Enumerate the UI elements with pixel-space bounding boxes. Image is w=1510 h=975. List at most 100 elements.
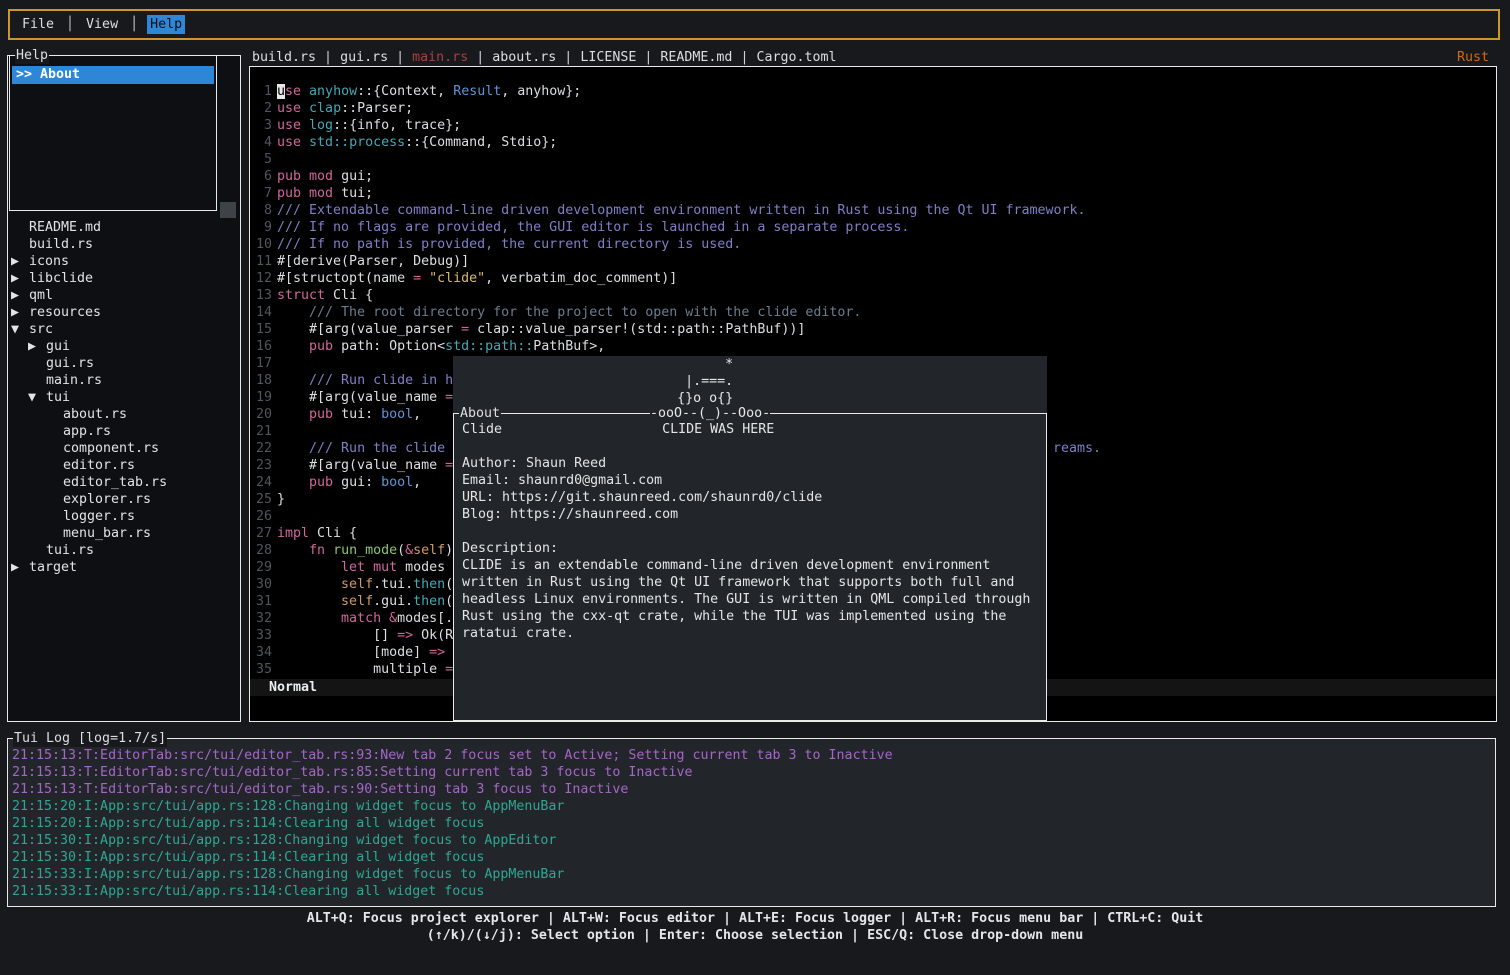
tree-item-src[interactable]: ▼src: [8, 321, 240, 338]
line-number: 21: [252, 423, 272, 440]
code-token: .tui.: [373, 577, 413, 592]
code-line-1[interactable]: 1use anyhow::{Context, Result, anyhow};: [250, 83, 1495, 100]
tab-build.rs[interactable]: build.rs: [252, 50, 316, 65]
menu-bar[interactable]: File│View│Help: [8, 9, 1500, 40]
help-menu-item-about[interactable]: >> About: [12, 66, 214, 84]
tree-item-gui[interactable]: ▶gui: [8, 338, 240, 355]
scrollbar-thumb[interactable]: [220, 202, 236, 218]
tree-item-tui.rs[interactable]: tui.rs: [8, 542, 240, 559]
code-line-15[interactable]: 15 #[arg(value_parser = clap::value_pars…: [250, 321, 1495, 338]
tree-item-label: gui.rs: [46, 356, 94, 371]
code-token: &: [405, 543, 413, 558]
tree-item-editor.rs[interactable]: editor.rs: [8, 457, 240, 474]
code-line-3[interactable]: 3use log::{info, trace};: [250, 117, 1495, 134]
tab-LICENSE[interactable]: LICENSE: [580, 50, 636, 65]
help-dropdown[interactable]: Help >> About: [9, 55, 217, 211]
tree-item-app.rs[interactable]: app.rs: [8, 423, 240, 440]
code-token: [277, 441, 309, 456]
tab-README.md[interactable]: README.md: [660, 50, 732, 65]
tree-item-label: libclide: [29, 271, 93, 286]
code-line-12[interactable]: 12#[structopt(name = "clide", verbatim_d…: [250, 270, 1495, 287]
tree-item-about.rs[interactable]: about.rs: [8, 406, 240, 423]
tree-item-main.rs[interactable]: main.rs: [8, 372, 240, 389]
code-line-6[interactable]: 6pub mod gui;: [250, 168, 1495, 185]
code-token: =: [461, 322, 469, 337]
tab-main.rs[interactable]: main.rs: [412, 50, 468, 65]
code-line-16[interactable]: 16 pub path: Option<std::path::PathBuf>,: [250, 338, 1495, 355]
code-text: multiple =: [277, 662, 453, 677]
code-line-5[interactable]: 5: [250, 151, 1495, 168]
code-text: use anyhow::{Context, Result, anyhow};: [277, 84, 581, 99]
code-token: #[derive(Parser, Debug)]: [277, 254, 469, 269]
line-number: 5: [252, 151, 272, 168]
tree-item-README.md[interactable]: README.md: [8, 219, 240, 236]
tui-log-panel[interactable]: Tui Log [log=1.7/s] 21:15:13:T:EditorTab…: [7, 738, 1496, 907]
code-line-10[interactable]: 10/// If no path is provided, the curren…: [250, 236, 1495, 253]
code-line-7[interactable]: 7pub mod tui;: [250, 185, 1495, 202]
code-token: match: [341, 611, 381, 626]
code-text: #[arg(value_name =: [277, 458, 453, 473]
tree-item-qml[interactable]: ▶qml: [8, 287, 240, 304]
log-entry: 21:15:20:I:App:src/tui/app.rs:128:Changi…: [12, 798, 1493, 815]
tree-item-editor_tab.rs[interactable]: editor_tab.rs: [8, 474, 240, 491]
help-dropdown-title: Help: [15, 47, 49, 64]
menu-item-view[interactable]: View: [83, 15, 121, 34]
project-explorer[interactable]: README.mdbuild.rs▶icons▶libclide▶qml▶res…: [7, 55, 241, 722]
code-token: reams.: [1053, 440, 1101, 457]
code-token: .gui.: [373, 594, 413, 609]
about-popup-line: Author: Shaun Reed: [462, 455, 1044, 472]
editor-tab-bar[interactable]: build.rs | gui.rs | main.rs | about.rs |…: [252, 49, 837, 66]
tree-item-component.rs[interactable]: component.rs: [8, 440, 240, 457]
tab-Cargo.toml[interactable]: Cargo.toml: [756, 50, 836, 65]
line-number: 22: [252, 440, 272, 457]
line-number: 13: [252, 287, 272, 304]
code-token: /// The root directory for the project t…: [277, 305, 861, 320]
code-text: /// If no flags are provided, the GUI ed…: [277, 220, 909, 235]
tree-item-label: src: [29, 322, 53, 337]
code-token: Result: [453, 84, 501, 99]
tree-item-tui[interactable]: ▼tui: [8, 389, 240, 406]
code-token: pub: [277, 169, 301, 184]
code-token: [301, 84, 309, 99]
code-token: (: [445, 594, 453, 609]
line-number: 7: [252, 185, 272, 202]
code-line-4[interactable]: 4use std::process::{Command, Stdio};: [250, 134, 1495, 151]
tree-item-build.rs[interactable]: build.rs: [8, 236, 240, 253]
line-number: 27: [252, 525, 272, 542]
code-token: use: [277, 118, 301, 133]
tree-item-label: qml: [29, 288, 53, 303]
tree-item-libclide[interactable]: ▶libclide: [8, 270, 240, 287]
code-line-9[interactable]: 9/// If no flags are provided, the GUI e…: [250, 219, 1495, 236]
tree-item-menu_bar.rs[interactable]: menu_bar.rs: [8, 525, 240, 542]
tree-item-logger.rs[interactable]: logger.rs: [8, 508, 240, 525]
tree-item-explorer.rs[interactable]: explorer.rs: [8, 491, 240, 508]
code-token: gui:: [333, 475, 381, 490]
code-line-13[interactable]: 13struct Cli {: [250, 287, 1495, 304]
code-token: /// If no path is provided, the current …: [277, 237, 741, 252]
code-token: =: [445, 458, 453, 473]
tab-gui.rs[interactable]: gui.rs: [340, 50, 388, 65]
tab-separator: |: [636, 50, 660, 65]
code-token: pub: [309, 339, 333, 354]
file-tree[interactable]: README.mdbuild.rs▶icons▶libclide▶qml▶res…: [8, 219, 240, 576]
code-line-14[interactable]: 14 /// The root directory for the projec…: [250, 304, 1495, 321]
tree-item-label: tui.rs: [46, 543, 94, 558]
code-token: }: [277, 492, 285, 507]
code-token: log: [309, 118, 333, 133]
menu-item-file[interactable]: File: [19, 15, 57, 34]
code-line-2[interactable]: 2use clap::Parser;: [250, 100, 1495, 117]
line-number: 8: [252, 202, 272, 219]
tree-item-resources[interactable]: ▶resources: [8, 304, 240, 321]
code-line-8[interactable]: 8/// Extendable command-line driven deve…: [250, 202, 1495, 219]
tree-item-gui.rs[interactable]: gui.rs: [8, 355, 240, 372]
menu-item-help[interactable]: Help: [147, 15, 185, 34]
tab-about.rs[interactable]: about.rs: [492, 50, 556, 65]
log-entry: 21:15:33:I:App:src/tui/app.rs:114:Cleari…: [12, 883, 1493, 900]
tree-item-icons[interactable]: ▶icons: [8, 253, 240, 270]
code-token: modes: [397, 560, 445, 575]
tree-item-target[interactable]: ▶target: [8, 559, 240, 576]
code-token: anyhow: [309, 84, 357, 99]
code-token: [365, 560, 373, 575]
code-line-11[interactable]: 11#[derive(Parser, Debug)]: [250, 253, 1495, 270]
code-token: pub: [309, 475, 333, 490]
